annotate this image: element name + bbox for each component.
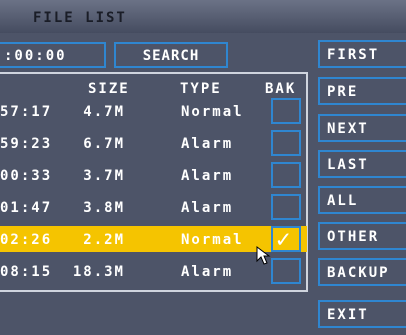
file-time: 57:17 [0,104,53,120]
button-label: NEXT [327,121,369,137]
file-time: 01:47 [0,200,53,216]
backup-checkbox[interactable] [271,258,301,284]
backup-checkbox[interactable]: ✓ [271,225,301,253]
file-type: Alarm [181,168,234,184]
window-title: FILE LIST [33,10,127,26]
search-button-label: SEARCH [142,48,200,64]
file-type: Alarm [181,200,234,216]
backup-checkbox[interactable] [271,130,301,156]
column-header-type: TYPE [180,81,222,97]
file-size: 3.8M [83,200,125,216]
file-time: 59:23 [0,136,53,152]
backup-checkbox[interactable] [271,162,301,188]
file-size: 18.3M [72,264,125,280]
backup-checkbox[interactable] [271,194,301,220]
file-type: Normal [181,104,244,120]
mouse-cursor-icon [256,246,271,265]
column-header-size: SIZE [88,81,130,97]
search-time-value: :00:00 [4,48,67,64]
file-time: 08:15 [0,264,53,280]
file-size: 2.2M [83,232,125,248]
title-bar: FILE LIST [0,0,406,33]
file-row[interactable]: 00:33 3.7M Alarm [0,162,307,188]
file-row[interactable]: 59:23 6.7M Alarm [0,130,307,156]
button-label: FIRST [327,47,380,63]
button-other[interactable]: OTHER [318,222,406,250]
search-button[interactable]: SEARCH [114,42,228,68]
button-first[interactable]: FIRST [318,40,406,68]
button-next[interactable]: NEXT [318,114,406,142]
backup-checkbox[interactable] [271,98,301,124]
file-row[interactable]: 01:47 3.8M Alarm [0,194,307,220]
file-size: 3.7M [83,168,125,184]
button-pre[interactable]: PRE [318,77,406,105]
button-all[interactable]: ALL [318,186,406,214]
search-time-field[interactable]: :00:00 [0,42,106,68]
button-label: PRE [327,84,359,100]
button-label: BACKUP [327,265,390,281]
button-label: LAST [327,157,369,173]
column-header-bak: BAK [265,81,297,97]
file-type: Alarm [181,264,234,280]
file-size: 4.7M [83,104,125,120]
file-row[interactable]: 57:17 4.7M Normal [0,98,307,124]
button-label: EXIT [327,307,369,323]
file-time: 02:26 [0,232,53,248]
file-size: 6.7M [83,136,125,152]
button-last[interactable]: LAST [318,150,406,178]
file-time: 00:33 [0,168,53,184]
checkmark-icon: ✓ [276,225,291,253]
button-exit[interactable]: EXIT [318,300,406,328]
button-backup[interactable]: BACKUP [318,258,406,286]
file-type: Normal [181,232,244,248]
file-type: Alarm [181,136,234,152]
button-label: OTHER [327,229,380,245]
button-label: ALL [327,193,359,209]
